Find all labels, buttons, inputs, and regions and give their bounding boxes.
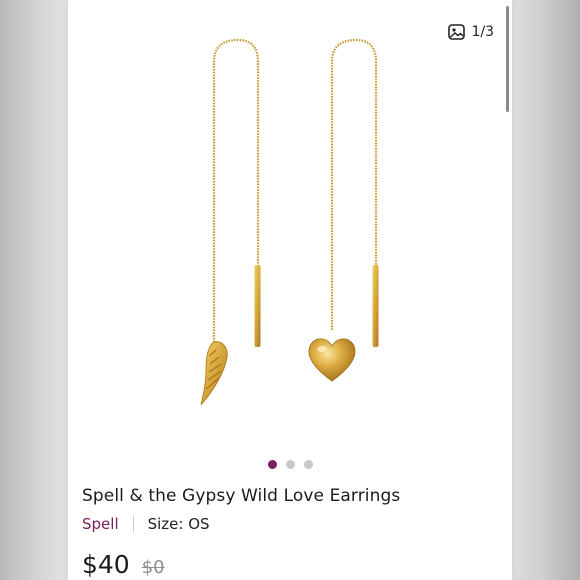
scrollbar[interactable]: [506, 6, 509, 112]
image-counter: 1/3: [447, 22, 494, 42]
pager-dot-2[interactable]: [285, 460, 295, 469]
pager-dot-1[interactable]: [267, 460, 277, 469]
background-left: [0, 0, 68, 580]
size-label: Size: OS: [147, 515, 210, 533]
brand-link[interactable]: Spell: [82, 515, 119, 533]
price: $40: [82, 550, 130, 579]
image-counter-text: 1/3: [471, 24, 494, 40]
product-photo: [200, 38, 379, 406]
carousel-pager: [68, 460, 512, 469]
product-meta: Spell Size: OS: [82, 515, 210, 533]
product-image-carousel[interactable]: 1/3: [68, 0, 512, 448]
pager-dot-3[interactable]: [303, 460, 313, 469]
wing-earring: [200, 38, 261, 406]
original-price: $0: [141, 557, 165, 578]
meta-divider: [132, 515, 134, 533]
heart-earring: [308, 38, 379, 382]
price-row: $40 $0: [82, 550, 165, 579]
product-title: Spell & the Gypsy Wild Love Earrings: [82, 486, 401, 506]
image-gallery-icon: [448, 24, 466, 40]
listing-card: 1/3 Spell & the Gypsy Wild Love Earrings…: [68, 0, 512, 580]
background-right: [512, 0, 580, 580]
